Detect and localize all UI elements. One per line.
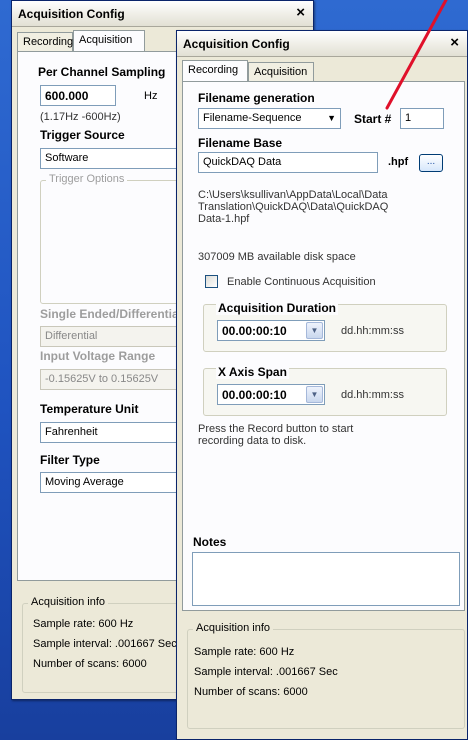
acq-info-legend: Acquisition info [28,596,108,608]
sample-interval-text: Sample interval: .001667 Sec [33,638,177,650]
trigger-source-label: Trigger Source [40,128,125,142]
x-axis-span-value: 00.00:00:10 [222,388,287,402]
front-acquisition-info-group: Acquisition info Sample rate: 600 Hz Sam… [187,622,465,729]
sample-interval-text: Sample interval: .001667 Sec [194,666,338,678]
file-path-line-2: Translation\QuickDAQ\Data\QuickDAQ [198,201,389,213]
acquisition-duration-format: dd.hh:mm:ss [341,325,404,337]
close-icon[interactable]: × [296,4,305,21]
file-path-line-1: C:\Users\ksullivan\AppData\Local\Data [198,189,388,201]
filename-base-input[interactable]: QuickDAQ Data [198,152,378,173]
close-icon[interactable]: × [450,34,459,51]
record-hint-line-1: Press the Record button to start [198,423,354,435]
x-axis-span-stepper[interactable]: 00.00:00:10 ▼ [217,384,325,405]
tab-acquisition[interactable]: Acquisition [248,62,314,81]
x-axis-span-label: X Axis Span [216,365,289,379]
temperature-unit-label: Temperature Unit [40,402,139,416]
tab-acquisition[interactable]: Acquisition [73,30,145,51]
file-extension: .hpf [388,156,409,168]
sample-rate-text: Sample rate: 600 Hz [194,646,295,658]
notes-label: Notes [193,535,227,549]
file-path-line-3: Data-1.hpf [198,213,250,225]
record-hint-line-2: recording data to disk. [198,435,307,447]
filename-base-label: Filename Base [198,136,283,150]
acquisition-duration-label: Acquisition Duration [216,301,338,315]
start-number-input[interactable]: 1 [400,108,444,129]
disk-space-text: 307009 MB available disk space [198,251,356,263]
x-axis-span-format: dd.hh:mm:ss [341,389,404,401]
acquisition-duration-stepper[interactable]: 00.00:00:10 ▼ [217,320,325,341]
acq-info-legend: Acquisition info [193,622,273,634]
back-window-title: Acquisition Config [18,7,125,21]
filename-generation-select[interactable]: Filename-Sequence ▼ [198,108,341,129]
acquisition-duration-group: Acquisition Duration 00.00:00:10 ▼ dd.hh… [203,301,447,352]
chevron-down-icon[interactable]: ▼ [306,386,323,403]
continuous-acquisition-label: Enable Continuous Acquisition [227,276,376,288]
x-axis-span-group: X Axis Span 00.00:00:10 ▼ dd.hh:mm:ss [203,365,447,416]
triangle-down-icon: ▼ [327,113,336,123]
tab-recording[interactable]: Recording [17,32,73,51]
sampling-range: (1.17Hz -600Hz) [40,111,121,123]
acquisition-duration-value: 00.00:00:10 [222,324,287,338]
per-channel-sampling-label: Per Channel Sampling [38,65,166,79]
notes-textarea[interactable] [192,552,460,606]
recording-panel: Filename generation Filename-Sequence ▼ … [182,81,465,611]
front-window-titlebar[interactable]: Acquisition Config × [177,31,467,57]
back-window-titlebar[interactable]: Acquisition Config × [12,1,313,27]
tab-recording[interactable]: Recording [182,60,248,81]
filename-generation-label: Filename generation [198,91,315,105]
front-window-title: Acquisition Config [183,37,290,51]
start-number-label: Start # [354,112,392,126]
sampling-unit: Hz [144,90,158,102]
number-of-scans-text: Number of scans: 6000 [33,658,147,670]
trigger-options-legend: Trigger Options [46,173,128,185]
filename-generation-value: Filename-Sequence [203,112,302,124]
sample-rate-text: Sample rate: 600 Hz [33,618,134,630]
front-window: Acquisition Config × Recording Acquisiti… [176,30,468,740]
front-tab-strip: Recording Acquisition [182,60,462,82]
browse-button[interactable]: ... [419,154,443,172]
input-voltage-label: Input Voltage Range [40,349,156,363]
filter-type-label: Filter Type [40,453,100,467]
single-ended-label: Single Ended/Differential [40,307,183,321]
number-of-scans-text: Number of scans: 6000 [194,686,308,698]
chevron-down-icon[interactable]: ▼ [306,322,323,339]
sampling-rate-input[interactable]: 600.000 [40,85,116,106]
continuous-acquisition-checkbox[interactable] [205,275,218,288]
